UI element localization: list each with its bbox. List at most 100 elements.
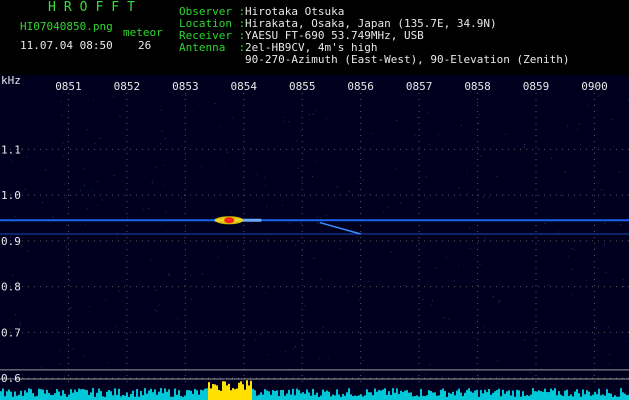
noise-bar xyxy=(540,391,542,400)
noise-speckle xyxy=(220,125,222,127)
noise-speckle xyxy=(158,304,160,306)
noise-bar xyxy=(390,394,392,400)
noise-bar xyxy=(112,395,114,400)
noise-bar xyxy=(366,389,368,400)
noise-speckle xyxy=(42,202,44,204)
noise-bar xyxy=(468,388,470,400)
noise-bar xyxy=(226,385,228,400)
noise-speckle xyxy=(597,267,599,269)
noise-bar xyxy=(166,391,168,400)
noise-speckle xyxy=(255,338,257,340)
noise-bar xyxy=(570,394,572,400)
noise-bar xyxy=(260,392,262,400)
noise-bar xyxy=(428,390,430,400)
noise-speckle xyxy=(283,120,285,122)
noise-speckle xyxy=(65,245,67,247)
spectrogram-chart: kHz 0851 0852 0853 0854 0855 0856 0857 0858 0859 0… xyxy=(0,75,629,400)
noise-speckle xyxy=(297,167,299,169)
noise-bar xyxy=(502,389,504,400)
noise-speckle xyxy=(84,355,86,357)
noise-bar xyxy=(462,396,464,400)
noise-bar xyxy=(600,395,602,400)
noise-bar xyxy=(300,393,302,400)
noise-speckle xyxy=(458,187,460,189)
noise-bar xyxy=(220,390,222,400)
noise-bar xyxy=(162,393,164,400)
x-tick-label: 0852 xyxy=(114,80,141,93)
noise-bar xyxy=(152,392,154,400)
noise-bar xyxy=(218,389,220,400)
noise-bar xyxy=(158,391,160,400)
noise-speckle xyxy=(422,299,424,301)
noise-bar xyxy=(360,394,362,400)
noise-bar xyxy=(96,392,98,400)
noise-bar xyxy=(564,390,566,400)
noise-bar xyxy=(470,391,472,400)
noise-bar xyxy=(626,395,628,400)
noise-bar xyxy=(352,396,354,400)
noise-speckle xyxy=(445,257,447,259)
noise-speckle xyxy=(90,189,92,191)
noise-speckle xyxy=(63,156,65,158)
noise-bar xyxy=(532,388,534,400)
noise-speckle xyxy=(154,309,156,311)
noise-bar xyxy=(258,394,260,400)
noise-speckle xyxy=(68,307,70,309)
noise-bar xyxy=(100,391,102,400)
noise-bar xyxy=(88,394,90,400)
noise-bar xyxy=(192,393,194,400)
noise-bar xyxy=(78,388,80,400)
noise-speckle xyxy=(325,214,327,216)
noise-bar xyxy=(614,395,616,400)
noise-speckle xyxy=(497,382,499,384)
noise-speckle xyxy=(609,363,611,365)
noise-bar xyxy=(36,396,38,400)
noise-bar xyxy=(194,389,196,400)
noise-speckle xyxy=(325,117,327,119)
noise-speckle xyxy=(102,199,104,201)
datetime-label: 11.07.04 08:50 xyxy=(20,39,113,52)
noise-bar xyxy=(42,389,44,400)
noise-bar xyxy=(0,391,2,400)
noise-bar xyxy=(208,382,210,400)
noise-bar xyxy=(124,395,126,400)
noise-bar xyxy=(416,395,418,400)
noise-bar xyxy=(550,388,552,400)
noise-bar xyxy=(402,391,404,400)
noise-bar xyxy=(70,389,72,400)
noise-speckle xyxy=(288,121,290,123)
noise-bar xyxy=(150,388,152,400)
noise-bar xyxy=(516,389,518,400)
noise-bar xyxy=(28,388,30,400)
noise-bar xyxy=(174,388,176,400)
noise-speckle xyxy=(12,274,14,276)
noise-bar xyxy=(496,390,498,400)
noise-speckle xyxy=(544,222,546,224)
noise-bar xyxy=(438,395,440,400)
noise-bar xyxy=(524,395,526,400)
noise-bar xyxy=(310,395,312,400)
noise-bar xyxy=(168,389,170,400)
noise-speckle xyxy=(578,123,580,125)
noise-bar xyxy=(336,389,338,400)
noise-bar xyxy=(18,394,20,400)
noise-bar xyxy=(476,389,478,400)
noise-bar xyxy=(440,389,442,400)
noise-bar xyxy=(304,393,306,400)
noise-speckle xyxy=(498,301,500,303)
noise-speckle xyxy=(255,348,257,350)
noise-bar xyxy=(20,390,22,400)
noise-bar xyxy=(210,388,212,400)
noise-speckle xyxy=(264,177,266,179)
noise-bar xyxy=(506,391,508,400)
noise-bar xyxy=(498,388,500,400)
noise-bar xyxy=(474,390,476,400)
noise-bar xyxy=(248,385,250,400)
noise-bar xyxy=(404,390,406,400)
noise-bar xyxy=(290,394,292,400)
noise-speckle xyxy=(492,295,494,297)
noise-speckle xyxy=(317,223,319,225)
noise-bar xyxy=(376,391,378,400)
noise-bar xyxy=(118,388,120,400)
noise-bar xyxy=(558,391,560,400)
